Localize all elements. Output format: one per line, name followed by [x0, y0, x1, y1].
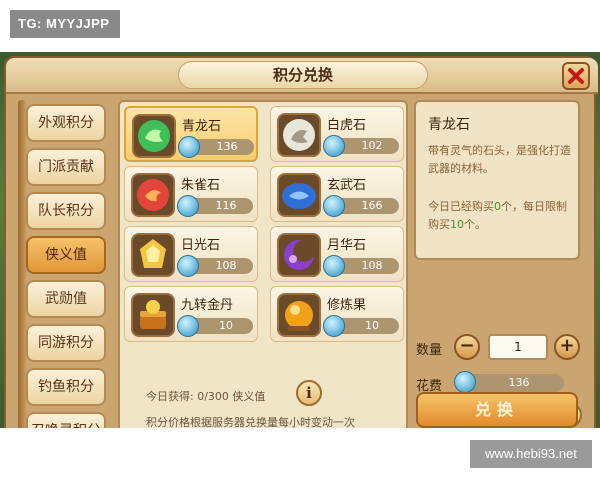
item-price: 102	[361, 139, 383, 152]
item-card[interactable]: 青龙石 136	[124, 106, 258, 162]
cultivation-fruit-icon	[277, 293, 321, 337]
purchase-limit-text: 今日已经购买0个，每日限制购买10个。	[428, 198, 576, 234]
price-bar: 10	[177, 315, 253, 337]
watermark-bottom-right: www.hebi93.net	[470, 440, 592, 468]
info-button[interactable]: i	[296, 380, 322, 406]
coin-icon	[177, 255, 199, 277]
item-card[interactable]: 修炼果 10	[270, 286, 404, 342]
detail-item-name: 青龙石	[428, 117, 470, 133]
item-name: 白虎石	[327, 118, 367, 133]
item-price: 166	[361, 199, 383, 212]
plus-icon: +	[559, 335, 575, 356]
title-bar: 积分兑换	[6, 58, 598, 94]
game-screen: 积分兑换 外观积分 门派贡献 队长积分 侠义值 武勋值 同游积分 钓鱼积分 召唤…	[0, 52, 600, 428]
decrease-button[interactable]: −	[454, 334, 480, 360]
increase-button[interactable]: +	[554, 334, 580, 360]
item-price: 108	[215, 259, 237, 272]
tab-fishing-points[interactable]: 钓鱼积分	[26, 368, 106, 406]
quantity-input[interactable]: 1	[488, 334, 548, 360]
price-bar: 116	[177, 195, 253, 217]
coin-icon	[177, 315, 199, 337]
minus-icon: −	[459, 335, 475, 356]
tab-summon-points[interactable]: 召唤灵积分	[26, 412, 106, 428]
exchange-button[interactable]: 兑换	[416, 392, 578, 428]
item-grid: 青龙石 136 白虎石 102 朱雀石 116 玄武石 166 日光石 108 …	[118, 100, 408, 428]
item-price: 108	[361, 259, 383, 272]
exchange-window: 积分兑换 外观积分 门派贡献 队长积分 侠义值 武勋值 同游积分 钓鱼积分 召唤…	[4, 56, 598, 428]
tab-rail	[18, 100, 26, 428]
item-card[interactable]: 九转金丹 10	[124, 286, 258, 342]
window-title: 积分兑换	[178, 61, 428, 89]
item-card[interactable]: 白虎石 102	[270, 106, 404, 162]
black-tortoise-stone-icon	[277, 173, 321, 217]
cost-bar: 136	[454, 371, 564, 393]
page: TG: MYYJJPP 积分兑换 外观积分 门派贡献 队长积分 侠义值 武勋值 …	[0, 0, 600, 480]
price-bar: 108	[323, 255, 399, 277]
item-price: 10	[219, 319, 233, 332]
limit-suffix: 个。	[464, 218, 486, 231]
info-icon: i	[306, 384, 312, 402]
white-tiger-stone-icon	[277, 113, 321, 157]
bought-count: 0	[494, 200, 501, 213]
item-price: 10	[365, 319, 379, 332]
item-name: 月华石	[327, 238, 367, 253]
item-name: 青龙石	[182, 119, 222, 134]
coin-icon	[323, 135, 345, 157]
item-card[interactable]: 玄武石 166	[270, 166, 404, 222]
limit-prefix: 今日已经购买	[428, 200, 494, 213]
coin-icon	[454, 371, 476, 393]
moonlight-stone-icon	[277, 233, 321, 277]
detail-description: 带有灵气的石头，是强化打造武器的材料。	[428, 144, 571, 175]
tab-sect-contribution[interactable]: 门派贡献	[26, 148, 106, 186]
price-bar: 108	[177, 255, 253, 277]
item-name: 日光石	[181, 238, 221, 253]
item-card[interactable]: 朱雀石 116	[124, 166, 258, 222]
tab-captain-points[interactable]: 队长积分	[26, 192, 106, 230]
item-card[interactable]: 日光石 108	[124, 226, 258, 282]
golden-elixir-icon	[131, 293, 175, 337]
item-name: 朱雀石	[181, 178, 221, 193]
price-bar: 166	[323, 195, 399, 217]
tab-chivalry[interactable]: 侠义值	[26, 236, 106, 274]
coin-icon	[323, 195, 345, 217]
sunlight-stone-icon	[131, 233, 175, 277]
watermark-top-left: TG: MYYJJPP	[10, 10, 120, 38]
item-name: 九转金丹	[181, 298, 234, 313]
green-dragon-stone-icon	[132, 114, 176, 158]
price-note: 积分价格根据服务器兑换量每小时变动一次	[146, 416, 355, 428]
daily-earned-text: 今日获得: 0/300 侠义值	[146, 390, 266, 403]
item-price: 136	[216, 140, 238, 153]
coin-icon	[323, 315, 345, 337]
cost-value: 136	[508, 376, 530, 389]
item-name: 玄武石	[327, 178, 367, 193]
item-name: 修炼果	[327, 298, 367, 313]
category-tabs: 外观积分 门派贡献 队长积分 侠义值 武勋值 同游积分 钓鱼积分 召唤灵积分	[16, 100, 108, 428]
tab-merit[interactable]: 武勋值	[26, 280, 106, 318]
item-detail-panel: 青龙石 带有灵气的石头，是强化打造武器的材料。 今日已经购买0个，每日限制购买1…	[414, 100, 580, 260]
close-button[interactable]	[562, 62, 590, 90]
coin-icon	[323, 255, 345, 277]
close-x-icon	[568, 68, 584, 84]
tab-companion-points[interactable]: 同游积分	[26, 324, 106, 362]
price-bar: 136	[178, 136, 254, 158]
price-bar: 10	[323, 315, 399, 337]
quantity-label: 数量	[416, 343, 443, 358]
item-price: 116	[215, 199, 237, 212]
daily-limit: 10	[450, 218, 464, 231]
price-bar: 102	[323, 135, 399, 157]
coin-icon	[178, 136, 200, 158]
vermilion-bird-stone-icon	[131, 173, 175, 217]
tab-appearance-points[interactable]: 外观积分	[26, 104, 106, 142]
item-card[interactable]: 月华石 108	[270, 226, 404, 282]
coin-icon	[177, 195, 199, 217]
